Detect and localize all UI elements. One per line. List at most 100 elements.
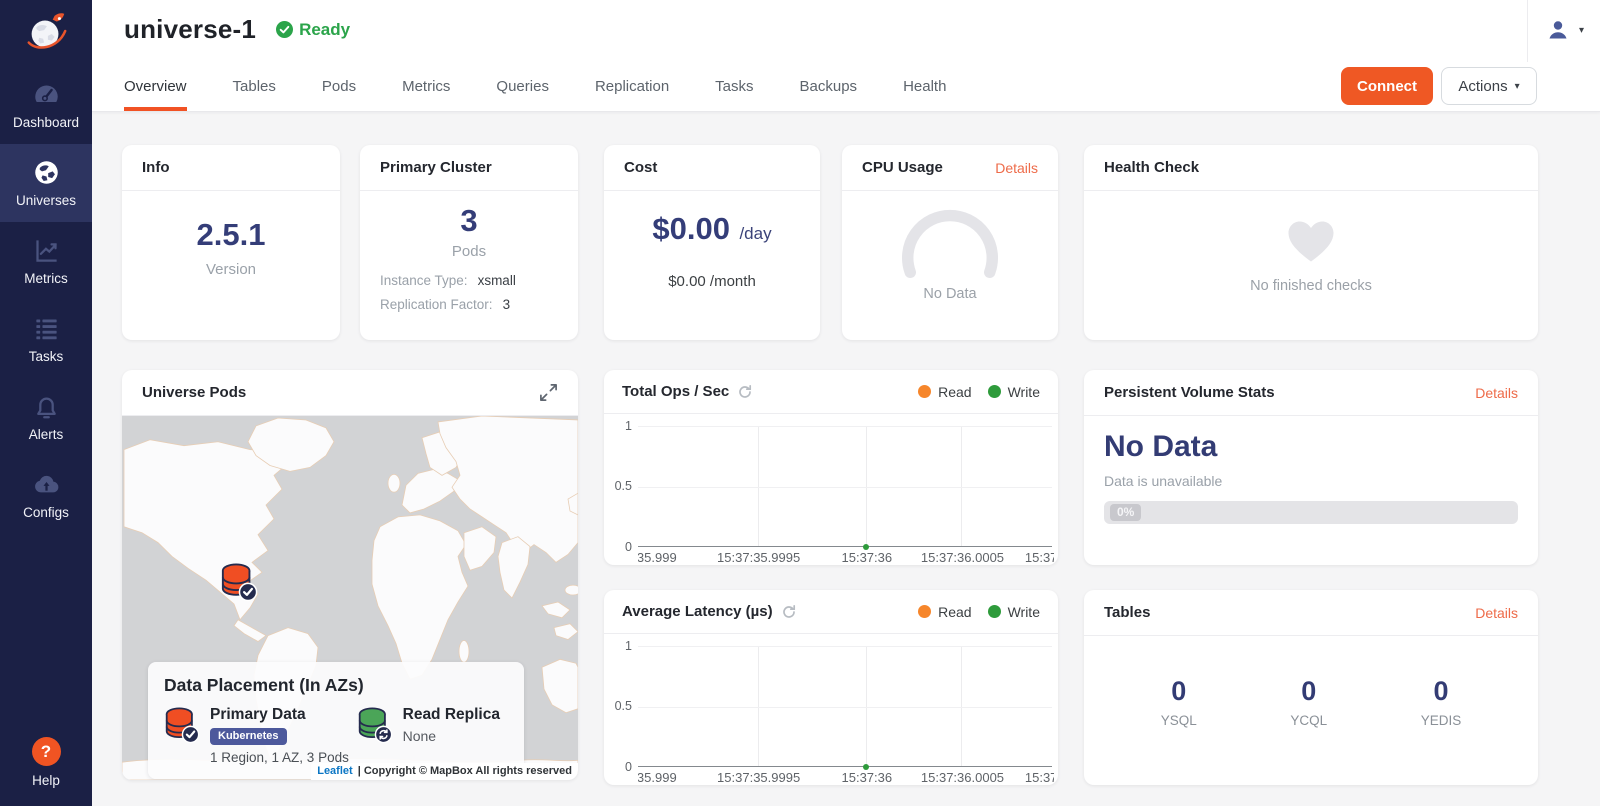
- connect-button[interactable]: Connect: [1341, 67, 1433, 105]
- card-title: CPU Usage: [862, 159, 943, 176]
- top-bar: universe-1 Ready ▾ Overview Tables Pods …: [92, 0, 1600, 112]
- tab-replication[interactable]: Replication: [595, 66, 669, 111]
- sidebar-item-label: Universes: [16, 193, 76, 208]
- user-menu[interactable]: ▾: [1546, 18, 1584, 42]
- planet-rocket-logo-icon: [23, 10, 69, 56]
- sidebar-item-configs[interactable]: Configs: [0, 456, 92, 534]
- refresh-icon[interactable]: [737, 384, 753, 400]
- sidebar-item-label: Dashboard: [13, 115, 79, 130]
- tab-overview[interactable]: Overview: [124, 66, 187, 111]
- app-window: Dashboard Universes Metrics: [0, 0, 1600, 806]
- primary-data-label: Primary Data: [210, 706, 349, 724]
- actions-button[interactable]: Actions ▾: [1441, 67, 1537, 105]
- write-dot-icon: [988, 605, 1001, 618]
- help-icon: ?: [32, 737, 61, 766]
- pvs-nodata-value: No Data: [1104, 430, 1518, 464]
- globe-icon: [33, 159, 60, 186]
- health-empty-label: No finished checks: [1084, 278, 1538, 294]
- chevron-down-icon: ▾: [1515, 81, 1520, 92]
- actions-button-label: Actions: [1458, 78, 1507, 95]
- legend-read[interactable]: Read: [918, 604, 971, 620]
- check-circle-icon: [276, 21, 293, 38]
- persistent-volume-stats-card: Persistent Volume Stats Details No Data …: [1084, 370, 1538, 565]
- page-title: universe-1: [124, 14, 256, 45]
- card-title: Cost: [624, 159, 657, 176]
- tables-details-link[interactable]: Details: [1475, 605, 1518, 621]
- cost-daily-value: $0.00: [652, 211, 730, 246]
- ycql-stat: 0 YCQL: [1290, 676, 1327, 728]
- y-tick: 1: [625, 419, 638, 433]
- sidebar-item-label: Metrics: [24, 271, 68, 286]
- plot-area: 1 0.5 0: [638, 426, 1052, 547]
- average-latency-chart-card: Average Latency (µs) Read Write 1 0.5 0 …: [604, 590, 1058, 785]
- sidebar-item-dashboard[interactable]: Dashboard: [0, 66, 92, 144]
- replica-database-icon: [357, 706, 393, 744]
- x-axis: [638, 546, 1052, 547]
- sidebar-item-alerts[interactable]: Alerts: [0, 378, 92, 456]
- status-badge: Ready: [276, 20, 350, 40]
- refresh-icon[interactable]: [781, 604, 797, 620]
- line-chart-icon: [33, 237, 60, 264]
- leaflet-link[interactable]: Leaflet: [317, 765, 352, 777]
- card-title: Info: [142, 159, 170, 176]
- total-ops-chart-card: Total Ops / Sec Read Write 1 0.5 0 5:37:…: [604, 370, 1058, 565]
- read-replica-label: Read Replica: [403, 706, 500, 724]
- map-attribution: Leaflet | Copyright © MapBox All rights …: [311, 763, 578, 780]
- legend-read[interactable]: Read: [918, 384, 971, 400]
- ysql-label: YSQL: [1161, 713, 1197, 728]
- tab-queries[interactable]: Queries: [496, 66, 549, 111]
- plot-area: 1 0.5 0: [638, 646, 1052, 767]
- ycql-label: YCQL: [1290, 713, 1327, 728]
- header-divider: [1527, 0, 1528, 62]
- gauge-icon: [33, 81, 60, 108]
- cost-daily-unit: /day: [739, 224, 771, 243]
- sidebar-item-tasks[interactable]: Tasks: [0, 300, 92, 378]
- tab-tasks[interactable]: Tasks: [715, 66, 753, 111]
- card-title: Health Check: [1104, 159, 1199, 176]
- data-placement-panel: Data Placement (In AZs): [148, 662, 524, 779]
- pods-caption: Pods: [360, 243, 578, 260]
- primary-data-map-marker[interactable]: [220, 562, 258, 602]
- tab-tables[interactable]: Tables: [233, 66, 276, 111]
- read-replica-caption: None: [403, 728, 500, 744]
- world-map[interactable]: Data Placement (In AZs): [122, 416, 578, 780]
- sidebar-item-universes[interactable]: Universes: [0, 144, 92, 222]
- sidebar: Dashboard Universes Metrics: [0, 0, 92, 806]
- version-caption: Version: [122, 261, 340, 278]
- card-title: Persistent Volume Stats: [1104, 384, 1275, 401]
- pvs-progress-label: 0%: [1110, 504, 1141, 521]
- expand-icon[interactable]: [539, 383, 558, 402]
- app-logo[interactable]: [0, 0, 92, 66]
- cpu-empty-label: No Data: [842, 286, 1058, 302]
- version-value: 2.5.1: [122, 217, 340, 253]
- cpu-details-link[interactable]: Details: [995, 160, 1038, 176]
- tab-backups[interactable]: Backups: [800, 66, 858, 111]
- primary-data-block: Primary Data Kubernetes 1 Region, 1 AZ, …: [164, 706, 357, 765]
- x-tick-labels: 5:37:35.999 15:37:35.9995 15:37:36 15:37…: [638, 770, 1054, 786]
- list-icon: [33, 315, 60, 342]
- health-check-card: Health Check No finished checks: [1084, 145, 1538, 340]
- sidebar-item-metrics[interactable]: Metrics: [0, 222, 92, 300]
- instance-type-value: xsmall: [478, 273, 516, 288]
- cloud-upload-icon: [33, 471, 60, 498]
- legend-write[interactable]: Write: [988, 384, 1040, 400]
- chart-legend: Read Write: [918, 604, 1040, 620]
- user-avatar-icon: [1546, 18, 1570, 42]
- cost-card: Cost $0.00 /day $0.00 /month: [604, 145, 820, 340]
- yedis-stat: 0 YEDIS: [1421, 676, 1462, 728]
- legend-write[interactable]: Write: [988, 604, 1040, 620]
- sidebar-item-help[interactable]: ? Help: [0, 737, 92, 788]
- card-title: Tables: [1104, 604, 1150, 621]
- pvs-progress-bar: 0%: [1104, 501, 1518, 524]
- info-card: Info 2.5.1 Version: [122, 145, 340, 340]
- tab-pods[interactable]: Pods: [322, 66, 356, 111]
- bell-icon: [33, 393, 60, 420]
- sidebar-item-label: Help: [32, 773, 60, 788]
- tab-health[interactable]: Health: [903, 66, 946, 111]
- pvs-details-link[interactable]: Details: [1475, 385, 1518, 401]
- kubernetes-badge: Kubernetes: [210, 728, 287, 745]
- cost-monthly: $0.00 /month: [604, 273, 820, 290]
- attribution-text: | Copyright © MapBox All rights reserved: [358, 765, 572, 777]
- replication-factor-label: Replication Factor:: [380, 297, 493, 312]
- tab-metrics[interactable]: Metrics: [402, 66, 450, 111]
